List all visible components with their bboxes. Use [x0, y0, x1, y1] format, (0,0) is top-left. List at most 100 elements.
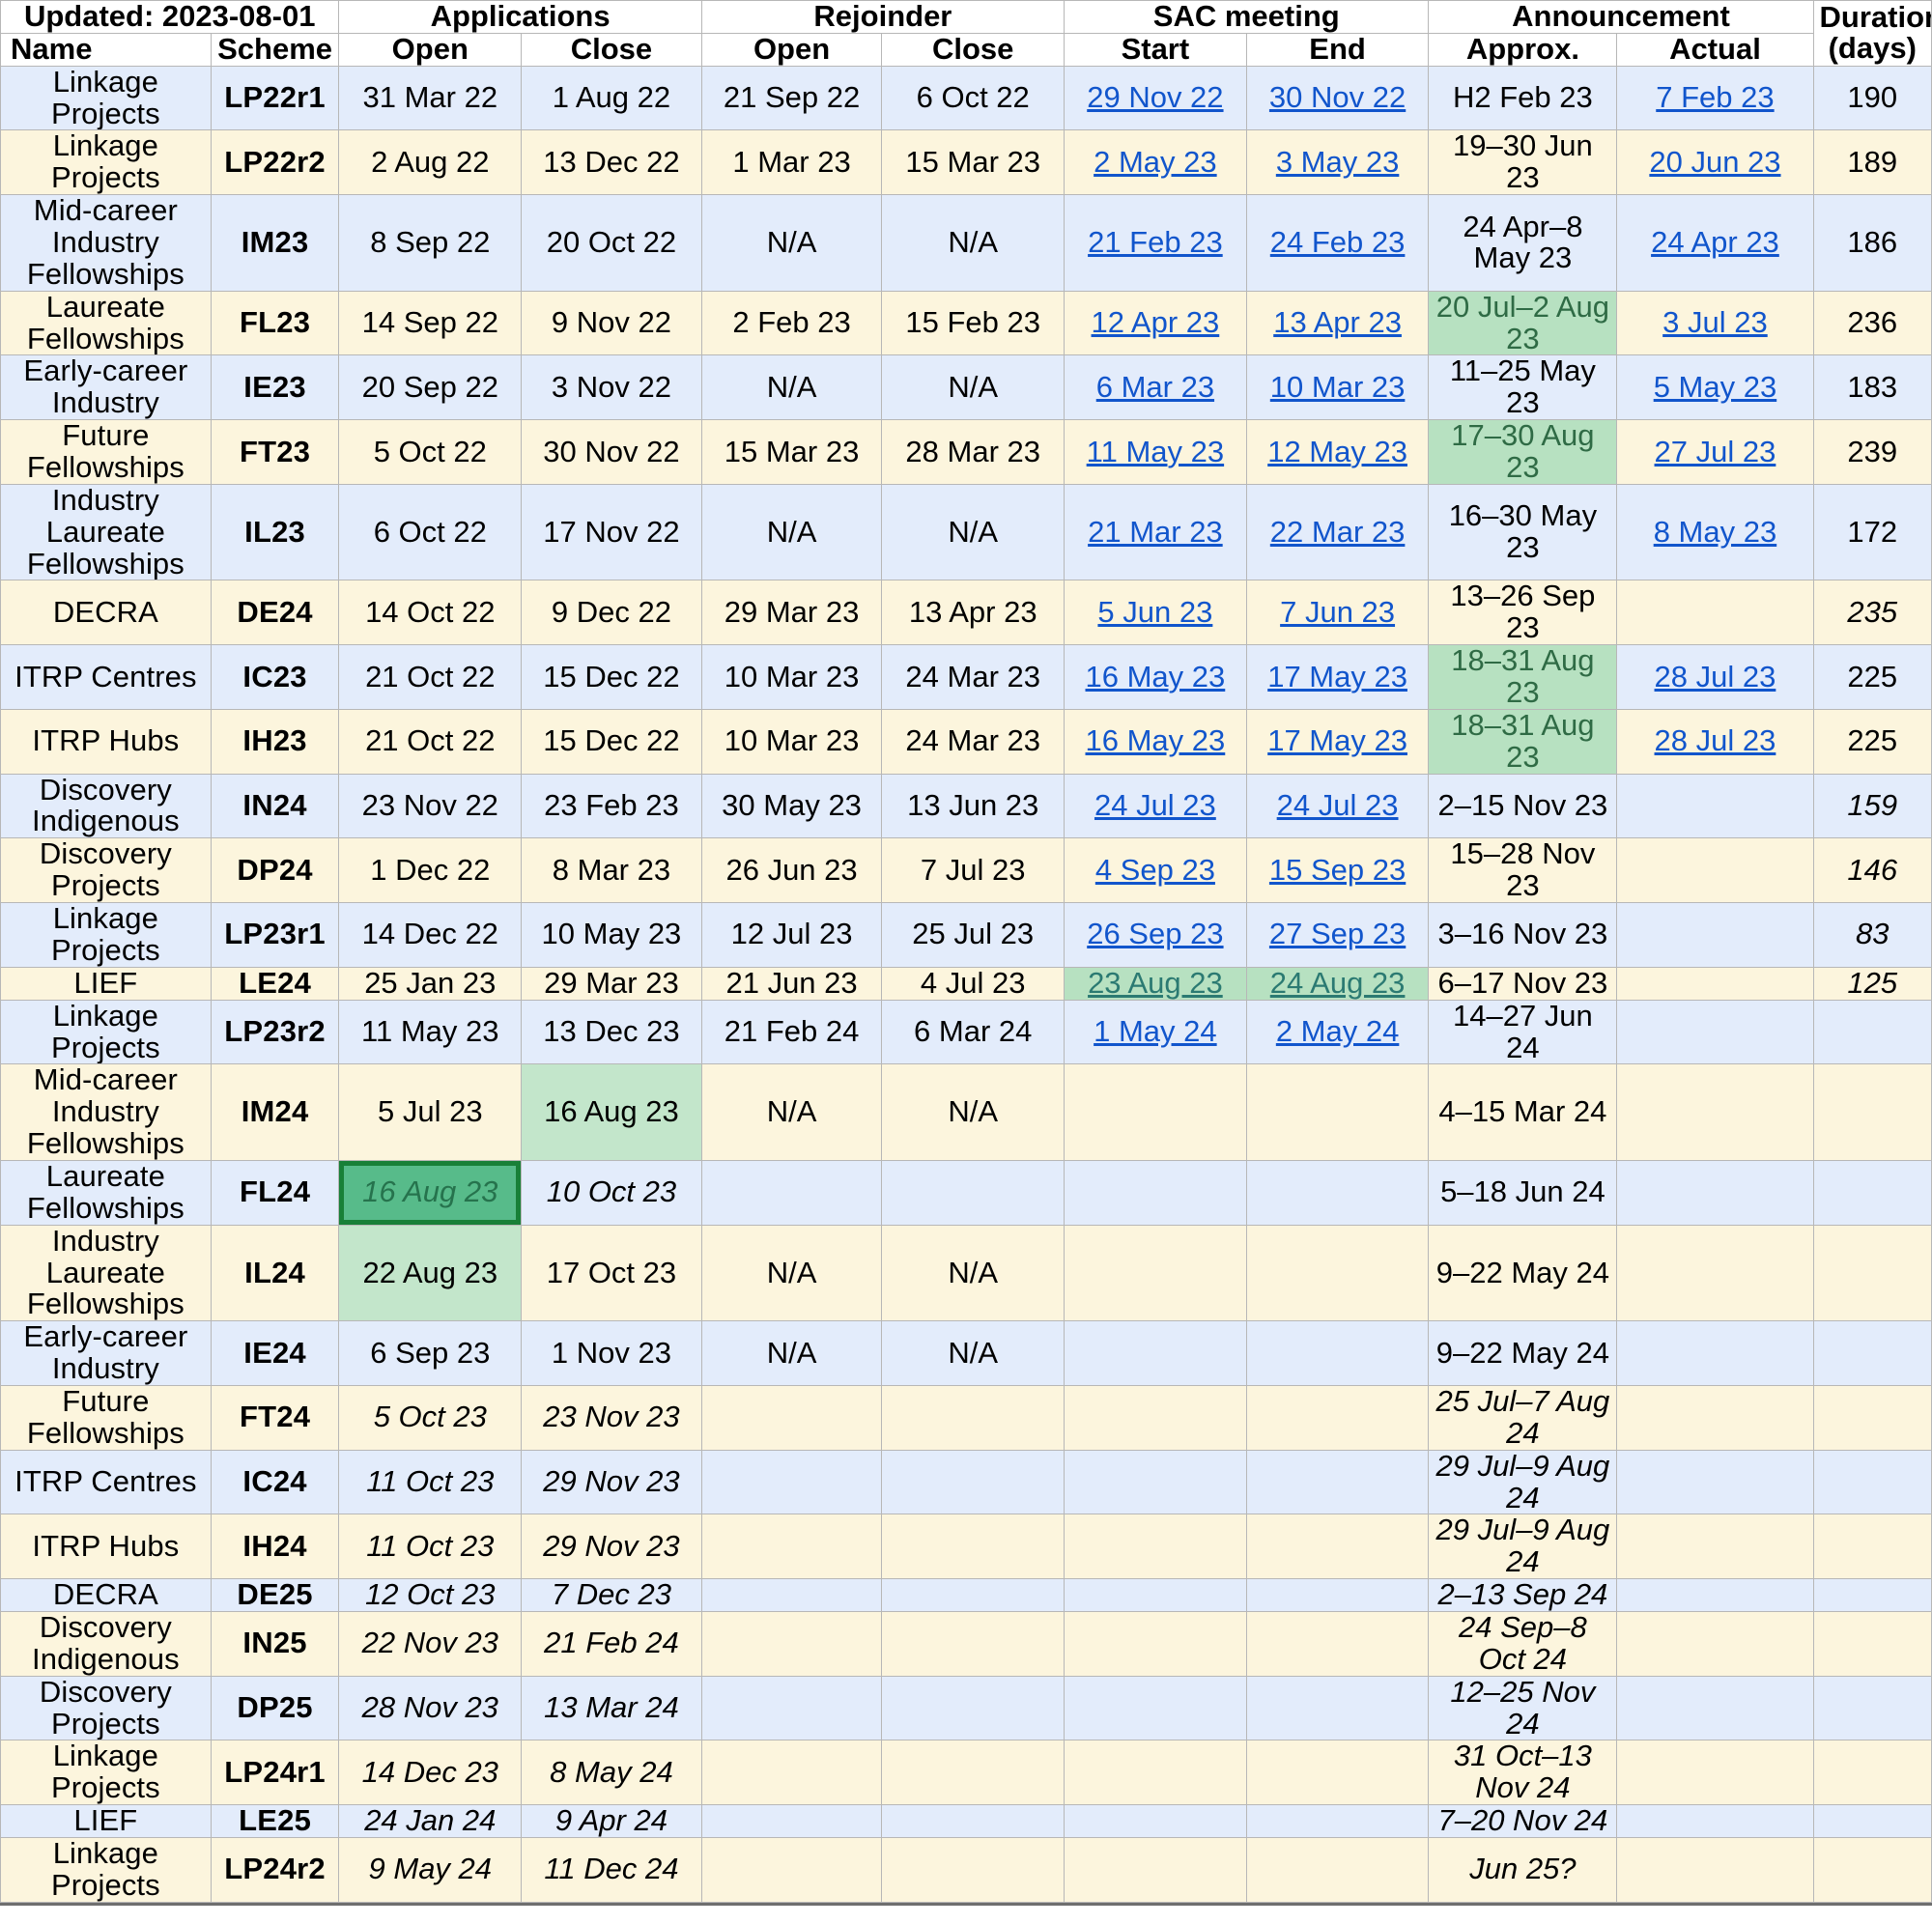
- row-sac-start-link[interactable]: 21 Feb 23: [1088, 225, 1223, 259]
- row-sac-end[interactable]: 24 Jul 23: [1245, 773, 1430, 839]
- row-sac-end[interactable]: 24 Aug 23: [1245, 966, 1430, 1001]
- row-duration: [1812, 1320, 1932, 1386]
- row-sac-start-link[interactable]: 21 Mar 23: [1088, 515, 1223, 549]
- row-sac-start[interactable]: 21 Mar 23: [1064, 483, 1247, 581]
- table-row: Discovery Indigenous IN25 22 Nov 23 21 Feb …: [0, 1610, 1932, 1677]
- row-sac-end-link[interactable]: 10 Mar 23: [1270, 370, 1406, 404]
- row-sac-end[interactable]: 10 Mar 23: [1245, 354, 1430, 421]
- row-sac-end-link[interactable]: 30 Nov 22: [1269, 80, 1406, 114]
- row-sac-start[interactable]: 1 May 24: [1064, 999, 1247, 1065]
- row-sac-end[interactable]: 12 May 23: [1245, 419, 1430, 485]
- row-sac-start[interactable]: 12 Apr 23: [1064, 290, 1247, 356]
- row-announcement-actual[interactable]: 3 Jul 23: [1616, 290, 1814, 356]
- row-announcement-actual[interactable]: 27 Jul 23: [1616, 419, 1814, 485]
- row-rejoinder-close: [881, 1159, 1065, 1226]
- row-announcement-actual[interactable]: 24 Apr 23: [1616, 194, 1814, 292]
- table-body: Linkage Projects LP22r1 31 Mar 22 1 Aug 22 2…: [0, 65, 1932, 1903]
- row-sac-end-link[interactable]: 22 Mar 23: [1270, 515, 1406, 549]
- row-rejoinder-open: 30 May 23: [700, 773, 883, 839]
- row-sac-end[interactable]: 17 May 23: [1245, 644, 1430, 710]
- row-scheme: IN24: [210, 773, 340, 839]
- row-sac-end[interactable]: 15 Sep 23: [1245, 837, 1430, 904]
- row-sac-end[interactable]: 17 May 23: [1245, 708, 1430, 775]
- row-announcement-actual[interactable]: 28 Jul 23: [1616, 644, 1814, 710]
- row-sac-end-link[interactable]: 2 May 24: [1276, 1014, 1400, 1048]
- row-announcement-actual[interactable]: 20 Jun 23: [1616, 129, 1814, 196]
- row-sac-start-link[interactable]: 11 May 23: [1087, 435, 1224, 468]
- row-sac-end-link[interactable]: 3 May 23: [1276, 145, 1400, 179]
- row-sac-start[interactable]: 5 Jun 23: [1064, 580, 1247, 646]
- row-sac-end-link[interactable]: 17 May 23: [1267, 660, 1407, 693]
- row-sac-start[interactable]: 26 Sep 23: [1064, 902, 1247, 968]
- row-sac-end[interactable]: 22 Mar 23: [1245, 483, 1430, 581]
- row-sac-end[interactable]: 27 Sep 23: [1245, 902, 1430, 968]
- row-announcement-actual-link[interactable]: 20 Jun 23: [1649, 145, 1780, 179]
- row-sac-start-link[interactable]: 24 Jul 23: [1094, 788, 1216, 822]
- notes-part-2: & is NOT official. Dates without links a…: [407, 1920, 1238, 1924]
- row-announcement-approx-value: 24 Apr–8 May 23: [1463, 209, 1583, 275]
- row-applications-close: 1 Nov 23: [521, 1320, 702, 1386]
- row-applications-close: 13 Dec 22: [521, 129, 702, 196]
- row-sac-start-link[interactable]: 29 Nov 22: [1087, 80, 1223, 114]
- row-sac-start-link[interactable]: 16 May 23: [1086, 660, 1226, 693]
- row-sac-start[interactable]: 23 Aug 23: [1064, 966, 1247, 1001]
- row-sac-end[interactable]: 24 Feb 23: [1245, 194, 1430, 292]
- row-sac-start-link[interactable]: 23 Aug 23: [1088, 968, 1223, 999]
- row-rejoinder-open: N/A: [700, 354, 883, 421]
- row-sac-end-link[interactable]: 7 Jun 23: [1280, 595, 1395, 629]
- row-sac-end-link[interactable]: 24 Feb 23: [1270, 225, 1406, 259]
- row-sac-start[interactable]: 24 Jul 23: [1064, 773, 1247, 839]
- row-sac-start[interactable]: 4 Sep 23: [1064, 837, 1247, 904]
- row-announcement-actual-link[interactable]: 7 Feb 23: [1656, 80, 1774, 114]
- row-announcement-actual-link[interactable]: 3 Jul 23: [1662, 305, 1768, 339]
- row-duration: [1812, 1675, 1932, 1741]
- row-sac-end-link[interactable]: 17 May 23: [1267, 723, 1407, 757]
- row-sac-end-link[interactable]: 12 May 23: [1267, 435, 1407, 468]
- row-sac-start[interactable]: 29 Nov 22: [1064, 65, 1247, 131]
- row-sac-end-link[interactable]: 24 Jul 23: [1277, 788, 1399, 822]
- row-sac-end[interactable]: 2 May 24: [1245, 999, 1430, 1065]
- column-header-scheme: Scheme: [210, 32, 340, 67]
- row-sac-start-link[interactable]: 26 Sep 23: [1087, 917, 1223, 950]
- row-sac-start-link[interactable]: 1 May 24: [1094, 1014, 1217, 1048]
- row-scheme: DE25: [210, 1578, 340, 1612]
- row-announcement-actual[interactable]: 5 May 23: [1616, 354, 1814, 421]
- row-sac-end[interactable]: 30 Nov 22: [1245, 65, 1430, 131]
- row-sac-start-link[interactable]: 16 May 23: [1086, 723, 1226, 757]
- grants-calendar-link[interactable]: Grants Calendar: [1238, 1920, 1439, 1924]
- arc-tracker-link[interactable]: @ARC_Tracker: [213, 1920, 407, 1924]
- row-announcement-actual[interactable]: 7 Feb 23: [1616, 65, 1814, 131]
- row-rejoinder-open: 10 Mar 23: [700, 644, 883, 710]
- row-sac-end[interactable]: 13 Apr 23: [1245, 290, 1430, 356]
- row-sac-end[interactable]: 3 May 23: [1245, 129, 1430, 196]
- row-announcement-actual[interactable]: 8 May 23: [1616, 483, 1814, 581]
- row-sac-start[interactable]: 16 May 23: [1064, 708, 1247, 775]
- row-announcement-actual-link[interactable]: 24 Apr 23: [1651, 225, 1779, 259]
- row-sac-start[interactable]: 6 Mar 23: [1064, 354, 1247, 421]
- row-sac-start[interactable]: 16 May 23: [1064, 644, 1247, 710]
- row-announcement-actual[interactable]: 28 Jul 23: [1616, 708, 1814, 775]
- row-sac-start-link[interactable]: 2 May 23: [1094, 145, 1217, 179]
- row-announcement-approx: H2 Feb 23: [1428, 65, 1618, 131]
- row-announcement-actual-link[interactable]: 27 Jul 23: [1655, 435, 1776, 468]
- row-sac-start[interactable]: 21 Feb 23: [1064, 194, 1247, 292]
- row-announcement-actual-link[interactable]: 28 Jul 23: [1655, 660, 1776, 693]
- row-announcement-actual-link[interactable]: 28 Jul 23: [1655, 723, 1776, 757]
- row-sac-start[interactable]: 11 May 23: [1064, 419, 1247, 485]
- row-sac-end-link[interactable]: 13 Apr 23: [1273, 305, 1402, 339]
- row-sac-start-link[interactable]: 12 Apr 23: [1092, 305, 1220, 339]
- row-sac-start-link[interactable]: 4 Sep 23: [1095, 853, 1215, 887]
- row-scheme: IL23: [210, 483, 340, 581]
- row-applications-open[interactable]: 16 Aug 23: [338, 1159, 523, 1226]
- row-sac-end-link[interactable]: 27 Sep 23: [1269, 917, 1406, 950]
- row-announcement-approx: 18–31 Aug 23: [1428, 708, 1618, 775]
- row-sac-end-link[interactable]: 24 Aug 23: [1270, 968, 1406, 999]
- row-announcement-actual-link[interactable]: 8 May 23: [1654, 515, 1777, 549]
- row-announcement-actual-link[interactable]: 5 May 23: [1654, 370, 1777, 404]
- row-applications-close: 11 Dec 24: [521, 1836, 702, 1903]
- row-sac-start-link[interactable]: 6 Mar 23: [1096, 370, 1214, 404]
- row-sac-end[interactable]: 7 Jun 23: [1245, 580, 1430, 646]
- row-sac-start[interactable]: 2 May 23: [1064, 129, 1247, 196]
- row-sac-start-link[interactable]: 5 Jun 23: [1097, 595, 1212, 629]
- row-sac-end-link[interactable]: 15 Sep 23: [1269, 853, 1406, 887]
